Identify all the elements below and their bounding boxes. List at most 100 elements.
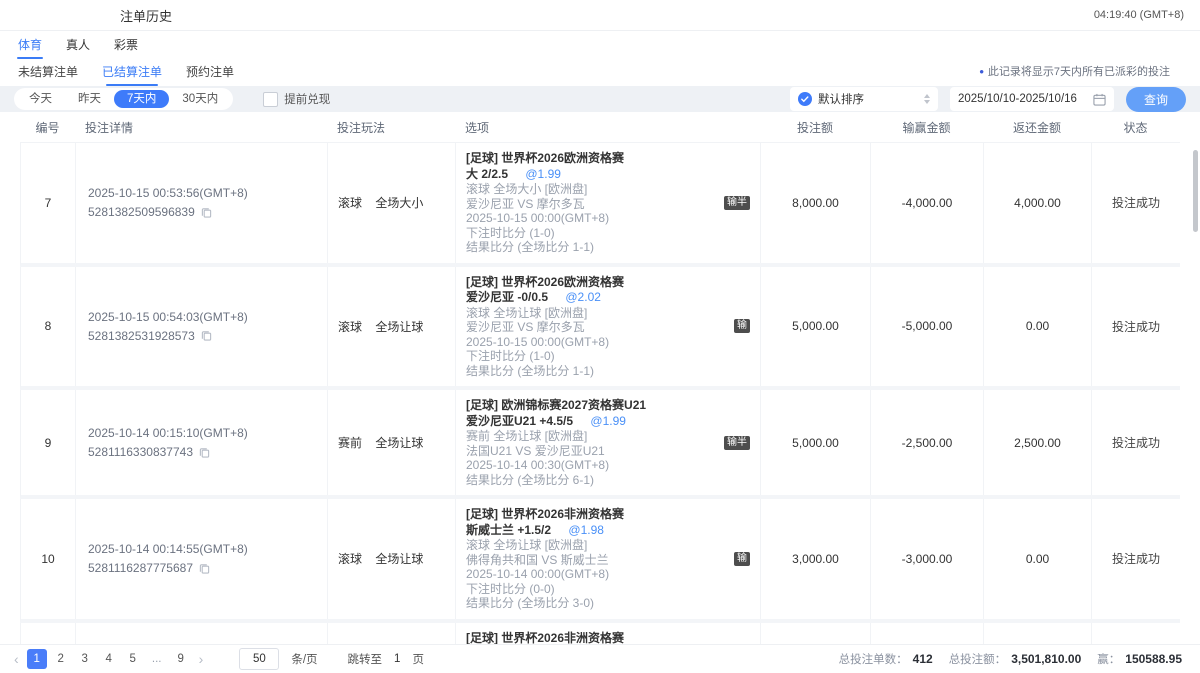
quick-range-label: 昨天 <box>78 93 101 105</box>
pick-line: 爱沙尼亚 -0/0.5 @2.02 <box>466 290 726 305</box>
summary-value: 412 <box>913 652 933 666</box>
option-line: 下注时比分 (1-0) <box>466 349 726 364</box>
early-cashout-checkbox[interactable]: 提前兑现 <box>263 91 330 107</box>
date-quick-filter: 今天 昨天 7天内 30天内 <box>14 88 233 110</box>
bet-details-cell: 2025-10-14 00:15:10(GMT+8) 5281116330837… <box>76 390 328 495</box>
main-tab[interactable]: 体育 <box>16 33 44 56</box>
date-range-value: 2025/10/10-2025/10/16 <box>958 93 1077 105</box>
result-badge: 输 <box>734 552 750 566</box>
main-tab[interactable]: 彩票 <box>112 33 140 56</box>
scrollbar-thumb[interactable] <box>1193 150 1198 232</box>
sort-select[interactable]: 默认排序 <box>790 87 938 111</box>
option-line: 爱沙尼亚 VS 摩尔多瓦 <box>466 197 716 212</box>
option-line: 滚球 全场大小 [欧洲盘] <box>466 182 716 197</box>
bet-amount: 5,000.00 <box>761 267 871 387</box>
copy-icon[interactable] <box>201 330 212 341</box>
odds-value[interactable]: @1.99 <box>525 167 561 181</box>
sub-tab[interactable]: 预约注单 <box>184 60 236 83</box>
summary-label: 赢： <box>1097 651 1120 667</box>
refund-amount: 2,500.00 <box>984 390 1092 495</box>
column-header: 返还金额 <box>983 119 1091 136</box>
column-header: 投注详情 <box>75 119 327 136</box>
checkbox-icon[interactable] <box>263 92 278 107</box>
quick-range-pill[interactable]: 30天内 <box>169 90 231 108</box>
summary-label: 总投注单数： <box>839 651 908 667</box>
calendar-icon <box>1093 93 1106 106</box>
option-line: 2025-10-15 00:00(GMT+8) <box>466 335 726 350</box>
option-line: 滚球 全场让球 [欧洲盘] <box>466 306 726 321</box>
league-name: [足球] 世界杯2026欧洲资格赛 <box>466 275 726 290</box>
quick-range-label: 7天内 <box>127 93 156 105</box>
option-line: 结果比分 (全场比分 1-1) <box>466 240 716 255</box>
bet-amount: 5,000.00 <box>761 390 871 495</box>
sub-tab[interactable]: 已结算注单 <box>100 60 164 83</box>
summary-item: 总投注额： 3,501,810.00 <box>949 651 1082 667</box>
column-header: 状态 <box>1091 119 1180 136</box>
odds-value[interactable]: @1.99 <box>590 414 626 428</box>
option-line: 2025-10-14 00:30(GMT+8) <box>466 458 716 473</box>
bet-time: 2025-10-15 00:54:03(GMT+8) <box>88 310 315 324</box>
jump-page-value[interactable]: 1 <box>394 653 400 665</box>
option-line: 赛前 全场让球 [欧洲盘] <box>466 429 716 444</box>
quick-range-pill[interactable]: 昨天 <box>65 90 114 108</box>
sub-tab[interactable]: 未结算注单 <box>16 60 80 83</box>
page-button[interactable]: 9 <box>171 649 191 669</box>
quick-range-label: 今天 <box>29 93 52 105</box>
page-button[interactable]: 2 <box>51 649 71 669</box>
ticket-line: 5281382509596839 <box>88 205 315 219</box>
table-row: 10 2025-10-14 00:14:55(GMT+8) 5281116287… <box>20 499 1180 623</box>
play-type: 赛前 全场让球 <box>328 390 456 495</box>
search-button[interactable]: 查询 <box>1126 87 1186 112</box>
bet-table: 编号投注详情投注玩法选项投注额输赢金额返还金额状态 7 2025-10-15 0… <box>20 112 1180 648</box>
page-button[interactable]: 5 <box>123 649 143 669</box>
option-line: 法国U21 VS 爱沙尼亚U21 <box>466 444 716 459</box>
copy-icon[interactable] <box>199 447 210 458</box>
ticket-number: 5281116330837743 <box>88 445 193 459</box>
quick-range-pill[interactable]: 今天 <box>16 90 65 108</box>
check-circle-icon <box>798 92 812 106</box>
main-tab-label: 真人 <box>66 38 90 52</box>
prev-page-button[interactable]: ‹ <box>10 652 23 666</box>
filter-bar: 今天 昨天 7天内 30天内 提前兑现 默认排序 2025/10/10-2025/10… <box>0 86 1200 112</box>
column-header: 投注额 <box>760 119 870 136</box>
quick-range-pill[interactable]: 7天内 <box>114 90 169 108</box>
page-button[interactable]: 3 <box>75 649 95 669</box>
option-details: 赛前 全场让球 [欧洲盘]法国U21 VS 爱沙尼亚U212025-10-14 … <box>466 429 716 487</box>
option-cell: [足球] 世界杯2026非洲资格赛 斯威士兰 +1.5/2 @1.98 滚球 全… <box>456 499 761 619</box>
pagination: ‹ 12345...9 › 条/页 跳转至 1 页 <box>10 648 424 670</box>
date-range-picker[interactable]: 2025/10/10-2025/10/16 <box>950 87 1114 111</box>
next-page-button[interactable]: › <box>195 652 208 666</box>
table-row: 9 2025-10-14 00:15:10(GMT+8) 52811163308… <box>20 390 1180 499</box>
result-badge: 输 <box>734 319 750 333</box>
bet-details-cell: 2025-10-15 00:53:56(GMT+8) 5281382509596… <box>76 143 328 263</box>
odds-value[interactable]: @1.98 <box>568 523 604 537</box>
page-size-input[interactable] <box>239 648 279 670</box>
notice-marker-icon: • <box>979 65 984 78</box>
odds-value[interactable]: @2.02 <box>565 290 601 304</box>
option-line: 2025-10-15 00:00(GMT+8) <box>466 211 716 226</box>
table-row: 8 2025-10-15 00:54:03(GMT+8) 52813825319… <box>20 267 1180 391</box>
sort-caret-icon <box>924 94 930 104</box>
main-tab[interactable]: 真人 <box>64 33 92 56</box>
jump-label: 跳转至 <box>348 651 383 667</box>
summary-item: 总投注单数： 412 <box>839 651 933 667</box>
bet-status: 投注成功 <box>1092 499 1180 619</box>
option-details: 滚球 全场让球 [欧洲盘]佛得角共和国 VS 斯威士兰2025-10-14 00… <box>466 538 726 611</box>
jump-unit: 页 <box>412 651 424 667</box>
league-name: [足球] 世界杯2026欧洲资格赛 <box>466 151 716 166</box>
option-line: 滚球 全场让球 [欧洲盘] <box>466 538 726 553</box>
summary-item: 赢： 150588.95 <box>1097 651 1182 667</box>
page-button[interactable]: ... <box>147 649 167 669</box>
pick-selection: 大 2/2.5 <box>466 167 508 181</box>
league-name: [足球] 世界杯2026非洲资格赛 <box>466 507 726 522</box>
option-line: 下注时比分 (1-0) <box>466 226 716 241</box>
copy-icon[interactable] <box>201 207 212 218</box>
sub-tab-label: 预约注单 <box>186 65 234 79</box>
page-button[interactable]: 1 <box>27 649 47 669</box>
copy-icon[interactable] <box>199 563 210 574</box>
page-button[interactable]: 4 <box>99 649 119 669</box>
bet-time: 2025-10-14 00:15:10(GMT+8) <box>88 426 315 440</box>
league-name: [足球] 世界杯2026非洲资格赛 <box>466 631 726 646</box>
pick-selection: 斯威士兰 +1.5/2 <box>466 523 551 537</box>
row-number: 7 <box>21 143 76 263</box>
